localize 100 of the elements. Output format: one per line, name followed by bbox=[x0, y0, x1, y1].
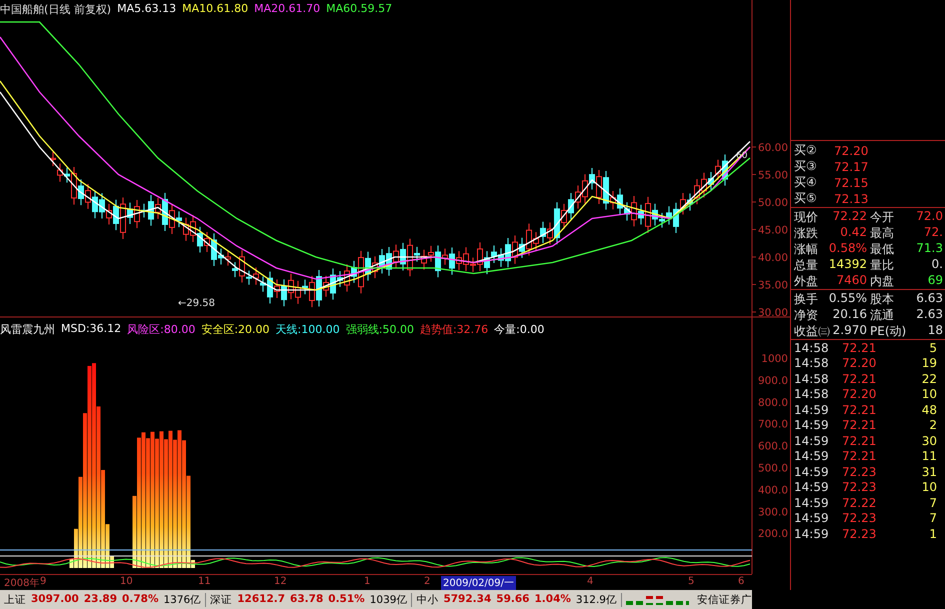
quote-value: 71.3 bbox=[915, 241, 944, 256]
axis-label: 400.0 bbox=[758, 484, 788, 496]
low-price-label: ←29.58 bbox=[178, 298, 216, 309]
axis-label: 300.0 bbox=[758, 506, 788, 518]
trade-price: 72.23 bbox=[842, 480, 878, 494]
bid-label: 买⑤ bbox=[794, 190, 818, 207]
broker-name: 安信证券广 bbox=[696, 592, 752, 606]
trade-volume: 10 bbox=[920, 387, 938, 402]
stat-label: PE(动) bbox=[870, 323, 904, 338]
indicator-value: 风险区:80.00 bbox=[127, 322, 196, 337]
axis-label: 35.00 bbox=[758, 280, 788, 292]
indicator-value: MA10.61.80 bbox=[182, 2, 248, 17]
indicator-value: MSD:36.12 bbox=[61, 322, 122, 337]
stat-label: 股本 bbox=[870, 291, 895, 306]
quote-value: 72. bbox=[922, 225, 944, 240]
trade-time: 14:59 bbox=[794, 418, 830, 432]
stat-value: 0.55% bbox=[828, 291, 868, 306]
trade-price: 72.21 bbox=[842, 449, 878, 464]
indicator-value: 趋势值:32.76 bbox=[420, 322, 488, 337]
time-axis-label: 9 bbox=[39, 576, 48, 587]
trade-time: 14:59 bbox=[794, 464, 830, 479]
time-axis-label: 5 bbox=[687, 576, 696, 587]
bid-price: 72.15 bbox=[834, 176, 870, 190]
trade-time: 14:59 bbox=[794, 434, 830, 448]
trade-volume: 11 bbox=[920, 449, 938, 464]
chart-title: 中国船舶(日线 前复权) bbox=[0, 2, 112, 17]
quote-label: 现价 bbox=[794, 209, 819, 224]
trade-price: 72.20 bbox=[842, 387, 878, 402]
bid-label: 买④ bbox=[794, 174, 818, 191]
market-breadth-icon bbox=[626, 594, 689, 606]
axis-label: 1000 bbox=[761, 353, 788, 365]
axis-label: 700.0 bbox=[758, 418, 788, 431]
quote-value: 14392 bbox=[828, 257, 868, 272]
trade-volume: 5 bbox=[928, 340, 938, 355]
index-value: 3097.00 bbox=[31, 592, 79, 606]
axis-label: 45.00 bbox=[758, 224, 788, 236]
index-name: 中小 bbox=[416, 592, 438, 606]
indicator-value: 风雷震九州 bbox=[0, 322, 55, 337]
bid-price: 72.20 bbox=[834, 144, 870, 158]
trade-time: 14:59 bbox=[794, 526, 830, 541]
quote-value: 0. bbox=[930, 257, 944, 272]
trade-volume: 2 bbox=[928, 418, 938, 432]
index-percent: 1.04% bbox=[534, 592, 571, 606]
indicator-value: MA5.63.13 bbox=[117, 2, 176, 17]
quote-value: 0.42 bbox=[839, 225, 868, 240]
stat-label: 收益㈢ bbox=[794, 323, 828, 338]
trade-time: 14:58 bbox=[794, 387, 830, 402]
index-change: 59.66 bbox=[496, 592, 530, 606]
trade-price: 72.21 bbox=[842, 434, 878, 448]
quote-value: 0.58% bbox=[828, 241, 868, 256]
trade-time: 14:58 bbox=[794, 340, 830, 355]
quote-value: 72.0 bbox=[915, 209, 944, 224]
index-value: 12612.7 bbox=[237, 592, 286, 606]
stat-value: 2.970 bbox=[832, 323, 868, 338]
index-amount: 1039亿 bbox=[370, 592, 408, 606]
time-axis-label: 4 bbox=[586, 576, 594, 587]
trade-volume: 7 bbox=[928, 496, 938, 510]
quote-label: 最低 bbox=[870, 241, 895, 256]
time-axis-label: 2009/02/09/一 bbox=[441, 576, 516, 590]
quote-label: 量比 bbox=[870, 257, 895, 272]
stat-value: 20.16 bbox=[832, 307, 868, 322]
stat-label: 流通 bbox=[870, 307, 895, 322]
axis-label: 50.00 bbox=[758, 197, 788, 209]
indicator-value: 安全区:20.00 bbox=[201, 322, 270, 337]
trade-volume: 1 bbox=[928, 526, 938, 541]
indicator-value: 天线:100.00 bbox=[276, 322, 340, 337]
axis-label: 40.00 bbox=[758, 252, 788, 264]
axis-label: 900.0 bbox=[758, 374, 788, 387]
bid-label: 买② bbox=[794, 142, 818, 159]
axis-label: 500.0 bbox=[758, 462, 788, 474]
trade-time: 14:59 bbox=[794, 496, 830, 510]
index-name: 深证 bbox=[210, 592, 232, 606]
indicator-value: MA60.59.57 bbox=[326, 2, 392, 17]
trade-volume: 31 bbox=[920, 464, 938, 479]
bid-label: 买③ bbox=[794, 158, 818, 175]
indicator-value: 强弱线:50.00 bbox=[346, 322, 414, 337]
quote-label: 总量 bbox=[794, 257, 819, 272]
quote-value: 7460 bbox=[835, 273, 868, 288]
index-percent: 0.51% bbox=[328, 592, 365, 606]
quote-label: 内盘 bbox=[870, 273, 895, 288]
axis-label: 60.00 bbox=[758, 142, 788, 154]
index-amount: 1376亿 bbox=[163, 592, 202, 606]
quote-label: 涨幅 bbox=[794, 241, 819, 256]
bid-price: 72.17 bbox=[834, 160, 870, 174]
time-axis-label: 6 bbox=[737, 576, 746, 587]
index-percent: 0.78% bbox=[122, 592, 158, 606]
time-axis-label: 1 bbox=[363, 576, 372, 587]
trade-volume: 10 bbox=[920, 480, 938, 494]
trade-volume: 7 bbox=[928, 511, 938, 526]
trade-time: 14:59 bbox=[794, 449, 830, 464]
time-axis-label: 2 bbox=[423, 576, 432, 587]
stat-value: 18 bbox=[926, 323, 944, 338]
index-amount: 312.9亿 bbox=[576, 592, 617, 606]
stat-label: 净资 bbox=[794, 307, 819, 322]
trade-price: 72.23 bbox=[842, 526, 878, 541]
trade-volume: 22 bbox=[920, 372, 938, 386]
trade-price: 72.21 bbox=[842, 372, 878, 386]
trade-price: 72.21 bbox=[842, 418, 878, 432]
index-name: 上证 bbox=[4, 592, 26, 606]
trade-price: 72.21 bbox=[842, 402, 878, 417]
